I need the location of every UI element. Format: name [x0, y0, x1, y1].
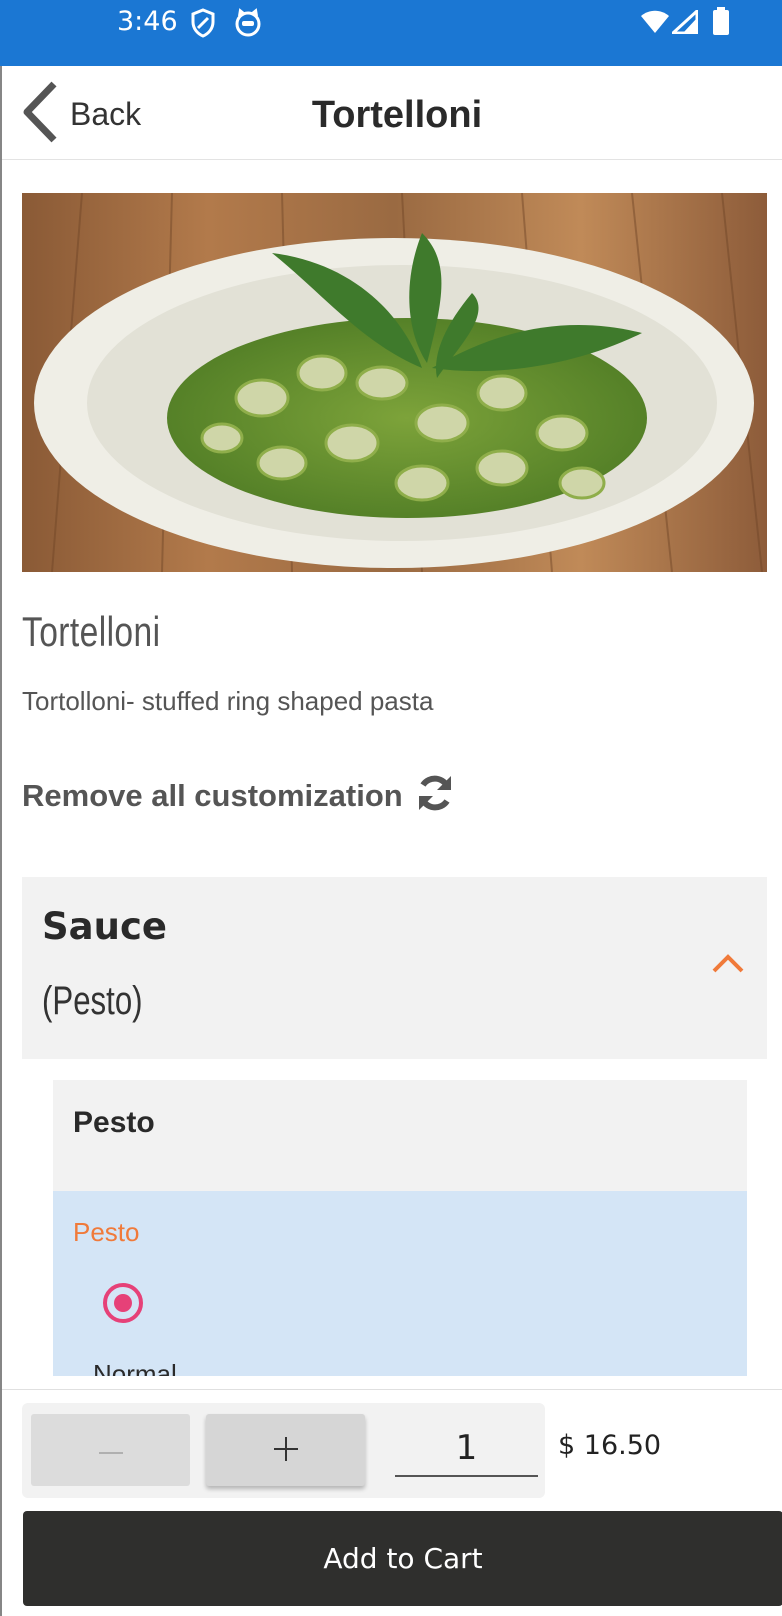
status-bar: 3:46 — [0, 0, 782, 66]
status-time: 3:46 — [117, 6, 178, 37]
total-price: $ 16.50 — [558, 1430, 662, 1461]
add-to-cart-button[interactable]: Add to Cart — [23, 1511, 782, 1606]
quantity-stepper — [22, 1403, 545, 1498]
signal-icon — [669, 7, 699, 39]
battery-icon — [712, 7, 730, 40]
chevron-up-icon[interactable] — [711, 952, 745, 979]
app-bar: Back Tortelloni — [2, 66, 782, 160]
sauce-group-header[interactable]: Sauce (Pesto) — [22, 877, 767, 1059]
remove-customization-button[interactable]: Remove all customization — [22, 773, 455, 818]
increase-quantity-button[interactable] — [206, 1414, 365, 1486]
option-heading: Pesto — [73, 1106, 155, 1139]
group-selected-value: (Pesto) — [42, 979, 143, 1023]
cat-face-icon — [234, 8, 262, 43]
sauce-options: Pesto Pesto Normal — [53, 1080, 747, 1376]
remove-customization-label: Remove all customization — [22, 777, 403, 813]
item-photo — [22, 193, 767, 572]
refresh-icon — [403, 773, 455, 818]
radio-label: Normal — [93, 1359, 177, 1376]
option-choice-panel: Pesto Normal — [53, 1191, 747, 1376]
quantity-input[interactable] — [395, 1421, 538, 1477]
option-heading-row: Pesto — [53, 1080, 747, 1191]
page-title: Tortelloni — [311, 94, 483, 136]
plus-icon — [273, 1436, 298, 1464]
group-title: Sauce — [42, 905, 167, 948]
wifi-icon — [640, 10, 670, 39]
normal-radio[interactable] — [103, 1283, 143, 1323]
window-edge — [0, 66, 2, 1616]
option-sub-label: Pesto — [73, 1217, 140, 1247]
shield-icon — [190, 8, 216, 43]
bottom-bar: $ 16.50 Add to Cart — [2, 1389, 782, 1616]
item-name: Tortelloni — [22, 608, 161, 655]
decrease-quantity-button[interactable] — [31, 1414, 190, 1486]
minus-icon — [98, 1443, 123, 1458]
item-description: Tortolloni- stuffed ring shaped pasta — [22, 686, 434, 716]
radio-selected-dot — [114, 1294, 132, 1312]
